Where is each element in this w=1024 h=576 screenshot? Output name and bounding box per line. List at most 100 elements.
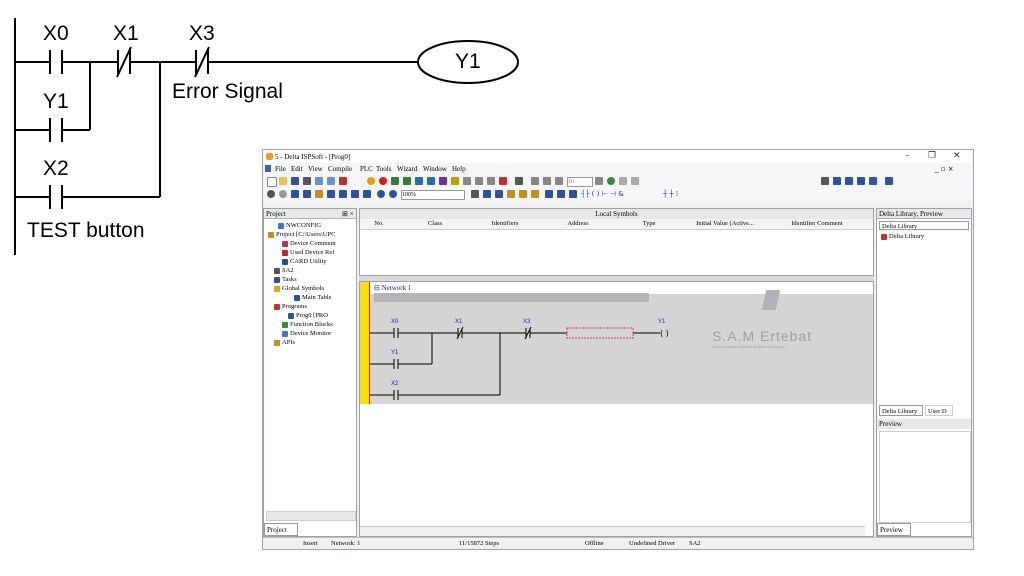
compile-icon[interactable] (367, 177, 375, 185)
contact-nc-icon[interactable] (557, 190, 565, 198)
minimize-icon[interactable]: – (905, 151, 910, 161)
tree-global-symbols[interactable]: Global Symbols (274, 285, 324, 293)
editor-hscrollbar[interactable] (360, 526, 865, 536)
run-icon[interactable] (607, 177, 615, 185)
tab-delta-library[interactable]: Delta Library (879, 405, 923, 416)
tree-device-monitor[interactable]: Device Monitor (282, 330, 331, 338)
plc-icon[interactable] (391, 177, 399, 185)
col-no[interactable]: No. (366, 220, 392, 227)
step-input[interactable]: 10 (567, 177, 593, 187)
folder2-icon[interactable] (519, 190, 527, 198)
tree-project[interactable]: Project [C:\Users\UPC (268, 231, 335, 239)
col-type[interactable]: Type (616, 220, 682, 227)
select-icon[interactable] (569, 190, 577, 198)
spin-icon[interactable] (595, 177, 603, 185)
upload-icon[interactable] (427, 177, 435, 185)
view1-icon[interactable] (821, 177, 829, 185)
network-icon[interactable] (515, 177, 523, 185)
col-initial-value[interactable]: Initial Value (Active... (682, 220, 768, 227)
library-tree-item[interactable]: Delta Library (881, 233, 924, 241)
zoom-out-icon[interactable] (389, 190, 397, 198)
menu-window[interactable]: Window (423, 165, 447, 173)
download-icon[interactable] (415, 177, 423, 185)
grid-icon[interactable] (483, 190, 491, 198)
back-icon[interactable] (267, 190, 275, 198)
pin-close-icon[interactable]: ⊞ × (342, 210, 354, 218)
menu-view[interactable]: View (308, 165, 323, 173)
zoom-select[interactable]: 100% (401, 190, 465, 200)
folder3-icon[interactable] (531, 190, 539, 198)
tree-card-utility[interactable]: CARD Utility (282, 258, 327, 266)
save-icon[interactable] (291, 177, 299, 185)
monitor2-icon[interactable] (543, 177, 551, 185)
tree-device-comment[interactable]: Device Comment (282, 240, 336, 248)
net-coil-y1[interactable]: Y1 (658, 319, 665, 325)
tree-programs[interactable]: Programs (274, 303, 307, 311)
ladder-view-icon[interactable] (471, 190, 479, 198)
link-icon[interactable] (631, 177, 639, 185)
tool6-icon[interactable] (499, 177, 507, 185)
tree-sa2[interactable]: SA2 (274, 267, 294, 275)
tree-function-blocks[interactable]: Function Blocks (282, 321, 333, 329)
folder-icon[interactable] (507, 190, 515, 198)
cut-icon[interactable] (291, 190, 299, 198)
menu-help[interactable]: Help (452, 165, 466, 173)
ladder-elements-icon[interactable]: ┤├ ( ) ⊢ ⊣ & (581, 190, 624, 198)
refresh-icon[interactable] (619, 177, 627, 185)
stop-icon[interactable] (379, 177, 387, 185)
restore-icon[interactable]: ❐ (928, 151, 936, 161)
monitor-icon[interactable] (531, 177, 539, 185)
tool3-icon[interactable] (463, 177, 471, 185)
col-class[interactable]: Class (400, 220, 470, 227)
forward-icon[interactable] (279, 190, 287, 198)
plc2-icon[interactable] (403, 177, 411, 185)
tree-tasks[interactable]: Tasks (274, 276, 297, 284)
copy-icon[interactable] (303, 190, 311, 198)
find-icon[interactable] (339, 190, 347, 198)
menu-edit[interactable]: Edit (291, 165, 303, 173)
net-contact-x2[interactable]: X2 (391, 381, 398, 387)
new-icon[interactable] (267, 177, 277, 187)
tool4-icon[interactable] (475, 177, 483, 185)
menu-plc[interactable]: PLC (360, 165, 373, 173)
undo-icon[interactable] (327, 190, 335, 198)
tool5-icon[interactable] (487, 177, 495, 185)
tool2-icon[interactable] (451, 177, 459, 185)
grid2-icon[interactable] (495, 190, 503, 198)
view4-icon[interactable] (857, 177, 865, 185)
net-contact-x1[interactable]: X1 (455, 319, 462, 325)
goto-icon[interactable] (363, 190, 371, 198)
replace-icon[interactable] (351, 190, 359, 198)
view3-icon[interactable] (845, 177, 853, 185)
print-icon[interactable] (303, 177, 311, 185)
net-contact-x3[interactable]: X3 (523, 319, 530, 325)
tool-icon[interactable] (439, 177, 447, 185)
tab-user-defined[interactable]: User D (925, 405, 953, 416)
view2-icon[interactable] (833, 177, 841, 185)
tab-project[interactable]: Project (264, 523, 298, 536)
zoom-in-icon[interactable] (377, 190, 385, 198)
menu-tools[interactable]: Tools (376, 165, 391, 173)
tree-apis[interactable]: APIs (274, 339, 295, 347)
horizontal-scrollbar[interactable] (266, 511, 356, 521)
tree-used-device[interactable]: Used Device Ref (282, 249, 334, 257)
contact-no-icon[interactable] (545, 190, 553, 198)
branch-icon[interactable]: ┼ ┼ ⁞ (663, 190, 678, 198)
mdi-controls-icon[interactable]: _ ▫ × (935, 165, 954, 173)
net-contact-x0[interactable]: X0 (391, 319, 398, 325)
menu-file[interactable]: File (275, 165, 286, 173)
open-icon[interactable] (279, 177, 287, 185)
net-contact-y1[interactable]: Y1 (391, 350, 398, 356)
window-icon[interactable] (327, 177, 335, 185)
library-dropdown[interactable]: Delta Library (879, 221, 969, 230)
col-identifier-comment[interactable]: Identifier Comment (772, 220, 862, 227)
paste-icon[interactable] (315, 190, 323, 198)
tree-main-table[interactable]: Main Table (294, 294, 332, 302)
layout-icon[interactable] (315, 177, 323, 185)
menu-wizard[interactable]: Wizard (397, 165, 417, 173)
eraser-icon[interactable] (339, 177, 347, 185)
tree-prog0[interactable]: Prog0 [PRO (288, 312, 328, 320)
col-identifiers[interactable]: Identifiers (470, 220, 540, 227)
col-address[interactable]: Address (540, 220, 616, 227)
view6-icon[interactable] (885, 177, 893, 185)
